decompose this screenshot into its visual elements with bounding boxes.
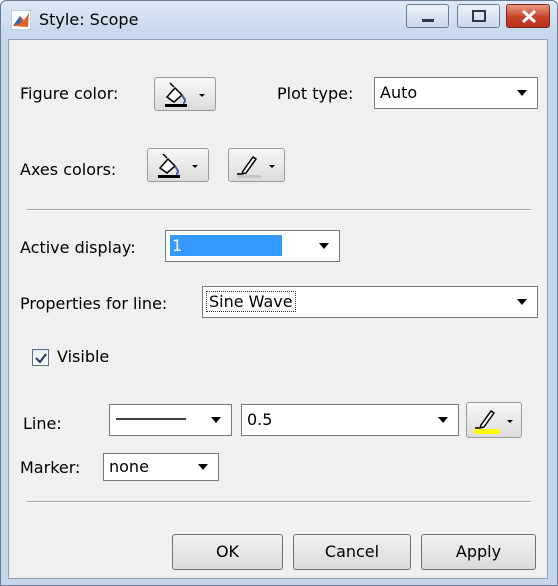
chevron-down-icon (211, 417, 221, 423)
axes-background-color-button[interactable] (147, 148, 209, 182)
close-icon (521, 9, 537, 24)
figure-color-label: Figure color: (20, 84, 119, 103)
line-label: Line: (23, 414, 62, 433)
properties-for-line-label: Properties for line: (20, 294, 168, 313)
maximize-icon (472, 10, 486, 22)
plot-type-value: Auto (380, 83, 418, 102)
line-color-button[interactable] (466, 402, 522, 438)
properties-for-line-select[interactable]: Sine Wave (202, 286, 538, 318)
minimize-button[interactable] (406, 4, 449, 28)
solid-line-icon (116, 418, 186, 420)
properties-for-line-value: Sine Wave (206, 291, 296, 312)
style-scope-dialog: Style: Scope Figure color: Plot type: Au… (0, 0, 558, 586)
close-button[interactable] (506, 4, 550, 28)
checkmark-icon (35, 353, 47, 364)
chevron-down-icon (517, 299, 527, 305)
cancel-button[interactable]: Cancel (293, 534, 411, 570)
visible-checkbox[interactable] (32, 349, 49, 366)
window-title: Style: Scope (39, 10, 139, 29)
maximize-button[interactable] (457, 4, 500, 28)
axes-colors-label: Axes colors: (20, 160, 117, 179)
dialog-body: Figure color: Plot type: Auto Axes color… (8, 39, 548, 579)
active-display-select[interactable]: 1 (165, 230, 340, 262)
plot-type-select[interactable]: Auto (374, 77, 538, 109)
minimize-icon (422, 19, 434, 22)
active-display-label: Active display: (20, 238, 136, 257)
ok-button[interactable]: OK (172, 534, 283, 570)
separator (27, 501, 531, 503)
marker-value: none (109, 457, 149, 476)
plot-type-label: Plot type: (277, 84, 354, 103)
visible-label: Visible (57, 347, 110, 366)
marker-label: Marker: (20, 458, 81, 477)
title-bar[interactable]: Style: Scope (1, 1, 557, 39)
chevron-down-icon (319, 243, 329, 249)
active-display-value: 1 (170, 235, 282, 256)
line-style-select[interactable] (109, 404, 232, 436)
figure-color-button[interactable] (154, 77, 216, 111)
marker-select[interactable]: none (103, 453, 219, 481)
line-width-value: 0.5 (247, 410, 273, 429)
chevron-down-icon (517, 90, 527, 96)
separator (27, 209, 531, 211)
matlab-icon (11, 10, 31, 30)
chevron-down-icon (198, 464, 208, 470)
chevron-down-icon (438, 417, 448, 423)
chevron-down-icon (507, 420, 513, 423)
apply-button[interactable]: Apply (421, 534, 536, 570)
axes-ticks-color-button[interactable] (228, 148, 285, 182)
chevron-down-icon (192, 165, 198, 168)
chevron-down-icon (269, 165, 275, 168)
chevron-down-icon (199, 94, 205, 97)
line-width-select[interactable]: 0.5 (241, 404, 459, 436)
